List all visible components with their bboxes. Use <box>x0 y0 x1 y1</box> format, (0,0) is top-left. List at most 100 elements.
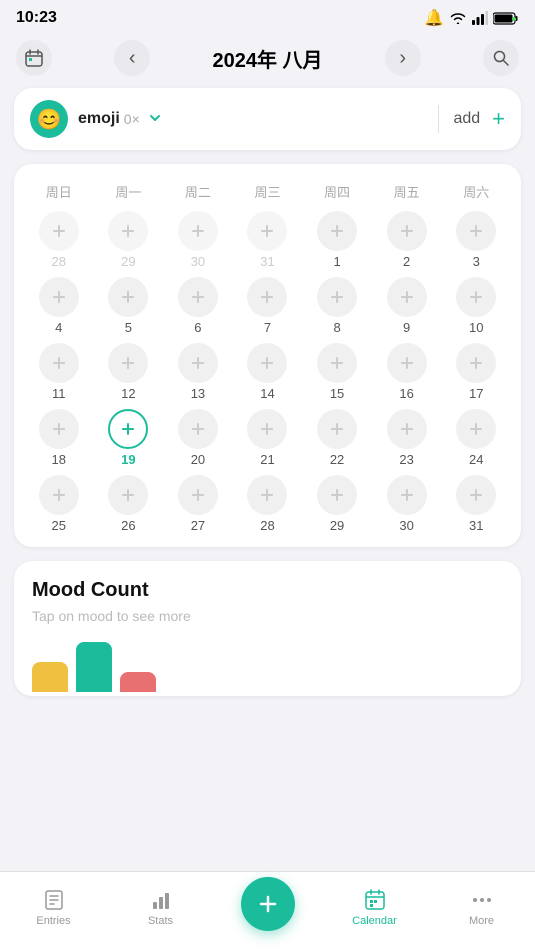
mood-bar-1[interactable] <box>32 662 68 692</box>
calendar-day-circle[interactable] <box>387 277 427 317</box>
calendar-day-cell[interactable]: 29 <box>302 473 372 535</box>
calendar-day-circle[interactable] <box>456 211 496 251</box>
nav-more[interactable]: More <box>428 888 535 935</box>
calendar-day-cell[interactable]: 24 <box>441 407 511 469</box>
status-bar: 10:23 🔔 <box>0 0 535 32</box>
calendar-day-number: 21 <box>260 452 274 467</box>
calendar-today-icon <box>25 49 43 67</box>
calendar-day-circle[interactable] <box>317 211 357 251</box>
calendar-day-circle[interactable] <box>456 475 496 515</box>
more-icon <box>470 888 494 912</box>
calendar-day-cell[interactable]: 19 <box>94 407 164 469</box>
calendar-day-circle[interactable] <box>317 277 357 317</box>
calendar-day-circle[interactable] <box>387 211 427 251</box>
calendar-day-circle[interactable] <box>178 409 218 449</box>
calendar-day-cell[interactable]: 11 <box>24 341 94 403</box>
calendar-day-cell[interactable]: 31 <box>441 473 511 535</box>
calendar-day-cell[interactable]: 4 <box>24 275 94 337</box>
calendar-day-circle[interactable] <box>247 475 287 515</box>
calendar-weekdays: 周日 周一 周二 周三 周四 周五 周六 <box>24 180 511 203</box>
calendar-day-cell[interactable]: 18 <box>24 407 94 469</box>
calendar-day-cell[interactable]: 3 <box>441 209 511 271</box>
calendar-day-circle[interactable] <box>387 409 427 449</box>
weekday-wed: 周三 <box>233 180 303 203</box>
calendar-day-cell[interactable]: 1 <box>302 209 372 271</box>
calendar-day-circle[interactable] <box>178 475 218 515</box>
calendar-day-cell[interactable]: 12 <box>94 341 164 403</box>
calendar-day-cell[interactable]: 2 <box>372 209 442 271</box>
calendar-day-circle[interactable] <box>39 475 79 515</box>
calendar-day-cell[interactable]: 26 <box>94 473 164 535</box>
calendar-day-cell[interactable]: 27 <box>163 473 233 535</box>
search-button[interactable] <box>483 40 519 76</box>
fab-plus-button[interactable] <box>241 877 295 931</box>
calendar-day-number: 12 <box>121 386 135 401</box>
calendar-day-cell[interactable]: 31 <box>233 209 303 271</box>
calendar-day-cell[interactable]: 22 <box>302 407 372 469</box>
calendar-day-circle[interactable] <box>247 277 287 317</box>
mood-bar-2[interactable] <box>76 642 112 692</box>
prev-month-button[interactable]: ‹ <box>114 40 150 76</box>
calendar-day-cell[interactable]: 7 <box>233 275 303 337</box>
calendar-day-circle[interactable] <box>108 277 148 317</box>
today-button[interactable] <box>16 40 52 76</box>
calendar-day-circle[interactable] <box>247 211 287 251</box>
nav-calendar[interactable]: Calendar <box>321 888 428 935</box>
calendar-day-circle[interactable] <box>387 343 427 383</box>
calendar-day-circle[interactable] <box>387 475 427 515</box>
calendar-day-circle[interactable] <box>108 343 148 383</box>
dropdown-icon[interactable] <box>148 109 162 130</box>
calendar-day-circle[interactable] <box>108 211 148 251</box>
calendar-day-circle[interactable] <box>178 277 218 317</box>
calendar-day-cell[interactable]: 5 <box>94 275 164 337</box>
calendar-day-cell[interactable]: 21 <box>233 407 303 469</box>
calendar-day-cell[interactable]: 29 <box>94 209 164 271</box>
calendar-day-circle[interactable] <box>317 475 357 515</box>
calendar-day-circle[interactable] <box>456 409 496 449</box>
calendar-day-cell[interactable]: 14 <box>233 341 303 403</box>
nav-stats[interactable]: Stats <box>107 888 214 935</box>
calendar-day-cell[interactable]: 25 <box>24 473 94 535</box>
calendar-day-circle[interactable] <box>317 343 357 383</box>
nav-fab[interactable] <box>214 877 321 947</box>
calendar-day-circle[interactable] <box>39 409 79 449</box>
calendar-day-cell[interactable]: 17 <box>441 341 511 403</box>
calendar-day-cell[interactable]: 15 <box>302 341 372 403</box>
calendar-day-circle[interactable] <box>39 211 79 251</box>
calendar-day-cell[interactable]: 30 <box>163 209 233 271</box>
calendar-day-circle[interactable] <box>108 409 148 449</box>
calendar-day-cell[interactable]: 23 <box>372 407 442 469</box>
more-label: More <box>469 915 494 927</box>
calendar-day-number: 26 <box>121 518 135 533</box>
calendar-day-cell[interactable]: 30 <box>372 473 442 535</box>
calendar-day-number: 25 <box>52 518 66 533</box>
calendar-day-number: 3 <box>473 254 480 269</box>
mood-bar-3[interactable] <box>120 672 156 692</box>
calendar-day-circle[interactable] <box>178 211 218 251</box>
calendar-day-circle[interactable] <box>456 277 496 317</box>
mood-count-title: Mood Count <box>32 579 503 602</box>
calendar-day-circle[interactable] <box>247 409 287 449</box>
nav-entries[interactable]: Entries <box>0 888 107 935</box>
emoji-avatar[interactable]: 😊 <box>30 100 68 138</box>
calendar-day-cell[interactable]: 20 <box>163 407 233 469</box>
calendar-day-cell[interactable]: 10 <box>441 275 511 337</box>
calendar-day-circle[interactable] <box>39 343 79 383</box>
calendar-day-cell[interactable]: 28 <box>24 209 94 271</box>
calendar-day-number: 10 <box>469 320 483 335</box>
calendar-day-cell[interactable]: 16 <box>372 341 442 403</box>
calendar-day-cell[interactable]: 8 <box>302 275 372 337</box>
calendar-day-circle[interactable] <box>108 475 148 515</box>
calendar-day-cell[interactable]: 28 <box>233 473 303 535</box>
calendar-day-cell[interactable]: 9 <box>372 275 442 337</box>
calendar-day-number: 22 <box>330 452 344 467</box>
add-button[interactable]: + <box>492 106 505 132</box>
calendar-day-circle[interactable] <box>456 343 496 383</box>
calendar-day-circle[interactable] <box>39 277 79 317</box>
calendar-day-circle[interactable] <box>178 343 218 383</box>
calendar-day-circle[interactable] <box>317 409 357 449</box>
calendar-day-circle[interactable] <box>247 343 287 383</box>
calendar-day-cell[interactable]: 13 <box>163 341 233 403</box>
next-month-button[interactable]: › <box>385 40 421 76</box>
calendar-day-cell[interactable]: 6 <box>163 275 233 337</box>
